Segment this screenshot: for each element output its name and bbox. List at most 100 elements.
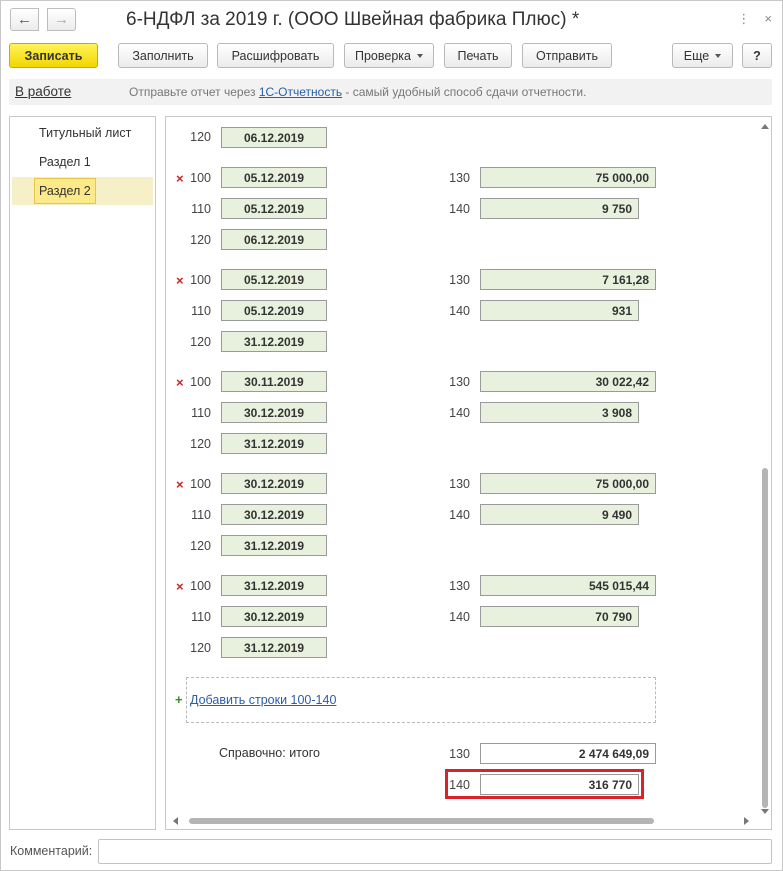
code-120: 120 — [190, 130, 211, 144]
code-140: 140 — [449, 508, 470, 522]
code-110: 110 — [191, 202, 211, 216]
code-120: 120 — [190, 335, 211, 349]
code-110: 110 — [191, 304, 211, 318]
code-100: 100 — [190, 171, 211, 185]
field-120[interactable]: 06.12.2019 — [221, 229, 327, 250]
field-140[interactable]: 931 — [480, 300, 639, 321]
scroll-down-icon[interactable] — [761, 809, 769, 814]
field-100[interactable]: 30.12.2019 — [221, 473, 327, 494]
field-120[interactable]: 31.12.2019 — [221, 331, 327, 352]
code-140: 140 — [449, 202, 470, 216]
delete-block-icon[interactable]: × — [176, 375, 184, 390]
code-100: 100 — [190, 375, 211, 389]
code-120: 120 — [190, 437, 211, 451]
field-140[interactable]: 70 790 — [480, 606, 639, 627]
add-rows-link[interactable]: Добавить строки 100-140 — [190, 693, 336, 707]
save-button[interactable]: Записать — [9, 43, 98, 68]
comment-label: Комментарий: — [10, 844, 93, 858]
help-button[interactable]: ? — [742, 43, 772, 68]
arrow-left-icon: ← — [17, 11, 32, 28]
sections-panel: Титульный лист Раздел 1 Раздел 2 — [9, 116, 156, 830]
field-100[interactable]: 05.12.2019 — [221, 167, 327, 188]
toolbar: Записать Заполнить Расшифровать Проверка… — [1, 41, 782, 71]
delete-block-icon[interactable]: × — [176, 477, 184, 492]
code-100: 100 — [190, 579, 211, 593]
check-label: Проверка — [355, 48, 411, 63]
code-120: 120 — [190, 539, 211, 553]
field-110[interactable]: 05.12.2019 — [221, 198, 327, 219]
more-vertical-icon[interactable]: ⋮ — [737, 11, 750, 27]
plus-icon[interactable]: + — [175, 692, 183, 707]
send-button[interactable]: Отправить — [522, 43, 612, 68]
chevron-down-icon — [417, 53, 423, 58]
check-dropdown-button[interactable]: Проверка — [344, 43, 434, 68]
field-110[interactable]: 05.12.2019 — [221, 300, 327, 321]
chevron-down-icon — [715, 53, 722, 58]
scroll-thumb-horizontal[interactable] — [189, 818, 654, 824]
forward-button[interactable]: → — [47, 8, 76, 31]
field-120[interactable]: 31.12.2019 — [221, 637, 327, 658]
field-130[interactable]: 75 000,00 — [480, 167, 656, 188]
section-2[interactable]: Раздел 2 — [12, 177, 153, 205]
field-130[interactable]: 545 015,44 — [480, 575, 656, 596]
total-field-140[interactable]: 316 770 — [480, 774, 639, 795]
delete-block-icon[interactable]: × — [176, 579, 184, 594]
field-140[interactable]: 3 908 — [480, 402, 639, 423]
section-title-page[interactable]: Титульный лист — [12, 119, 153, 147]
code-130: 130 — [449, 375, 470, 389]
section-1[interactable]: Раздел 1 — [12, 148, 153, 176]
field-120[interactable]: 31.12.2019 — [221, 535, 327, 556]
title-bar: ← → 6-НДФЛ за 2019 г. (ООО Швейная фабри… — [1, 1, 782, 39]
reporting-link[interactable]: 1С-Отчетность — [259, 85, 342, 99]
delete-block-icon[interactable]: × — [176, 273, 184, 288]
info-text-after: - самый удобный способ сдачи отчетности. — [342, 85, 587, 99]
window-controls: ⋮ × — [737, 11, 772, 27]
vertical-scrollbar[interactable] — [759, 118, 771, 828]
section-label: Раздел 2 — [34, 178, 96, 204]
field-130[interactable]: 7 161,28 — [480, 269, 656, 290]
code-140: 140 — [449, 610, 470, 624]
field-100[interactable]: 05.12.2019 — [221, 269, 327, 290]
horizontal-scrollbar[interactable] — [167, 815, 757, 827]
scroll-thumb[interactable] — [762, 468, 768, 808]
more-dropdown-button[interactable]: Еще — [672, 43, 733, 68]
field-140[interactable]: 9 490 — [480, 504, 639, 525]
code-100: 100 — [190, 273, 211, 287]
window-title: 6-НДФЛ за 2019 г. (ООО Швейная фабрика П… — [126, 9, 580, 30]
section-label: Титульный лист — [39, 126, 132, 140]
code-140: 140 — [449, 304, 470, 318]
field-110[interactable]: 30.12.2019 — [221, 402, 327, 423]
field-130[interactable]: 30 022,42 — [480, 371, 656, 392]
print-button[interactable]: Печать — [444, 43, 512, 68]
decode-button[interactable]: Расшифровать — [217, 43, 334, 68]
code-100: 100 — [190, 477, 211, 491]
totals-label: Справочно: итого — [219, 746, 320, 760]
report-window: ← → 6-НДФЛ за 2019 г. (ООО Швейная фабри… — [0, 0, 783, 871]
code-130: 130 — [449, 579, 470, 593]
arrow-right-icon: → — [54, 11, 69, 28]
back-button[interactable]: ← — [10, 8, 39, 31]
field-100[interactable]: 30.11.2019 — [221, 371, 327, 392]
field-130[interactable]: 75 000,00 — [480, 473, 656, 494]
comment-input[interactable] — [98, 839, 772, 864]
total-field-130[interactable]: 2 474 649,09 — [480, 743, 656, 764]
close-icon[interactable]: × — [764, 11, 772, 27]
delete-block-icon[interactable]: × — [176, 171, 184, 186]
scroll-right-icon[interactable] — [744, 817, 749, 825]
field-120[interactable]: 06.12.2019 — [221, 127, 327, 148]
fill-button[interactable]: Заполнить — [118, 43, 208, 68]
scroll-left-icon[interactable] — [173, 817, 178, 825]
code-110: 110 — [191, 610, 211, 624]
code-120: 120 — [190, 641, 211, 655]
field-110[interactable]: 30.12.2019 — [221, 504, 327, 525]
field-100[interactable]: 31.12.2019 — [221, 575, 327, 596]
scroll-up-icon[interactable] — [761, 124, 769, 129]
field-120[interactable]: 31.12.2019 — [221, 433, 327, 454]
code-130: 130 — [449, 273, 470, 287]
field-110[interactable]: 30.12.2019 — [221, 606, 327, 627]
code-140: 140 — [449, 406, 470, 420]
code-110: 110 — [191, 508, 211, 522]
status-link[interactable]: В работе — [15, 84, 71, 99]
field-140[interactable]: 9 750 — [480, 198, 639, 219]
info-message: Отправьте отчет через 1С-Отчетность - са… — [129, 85, 586, 99]
